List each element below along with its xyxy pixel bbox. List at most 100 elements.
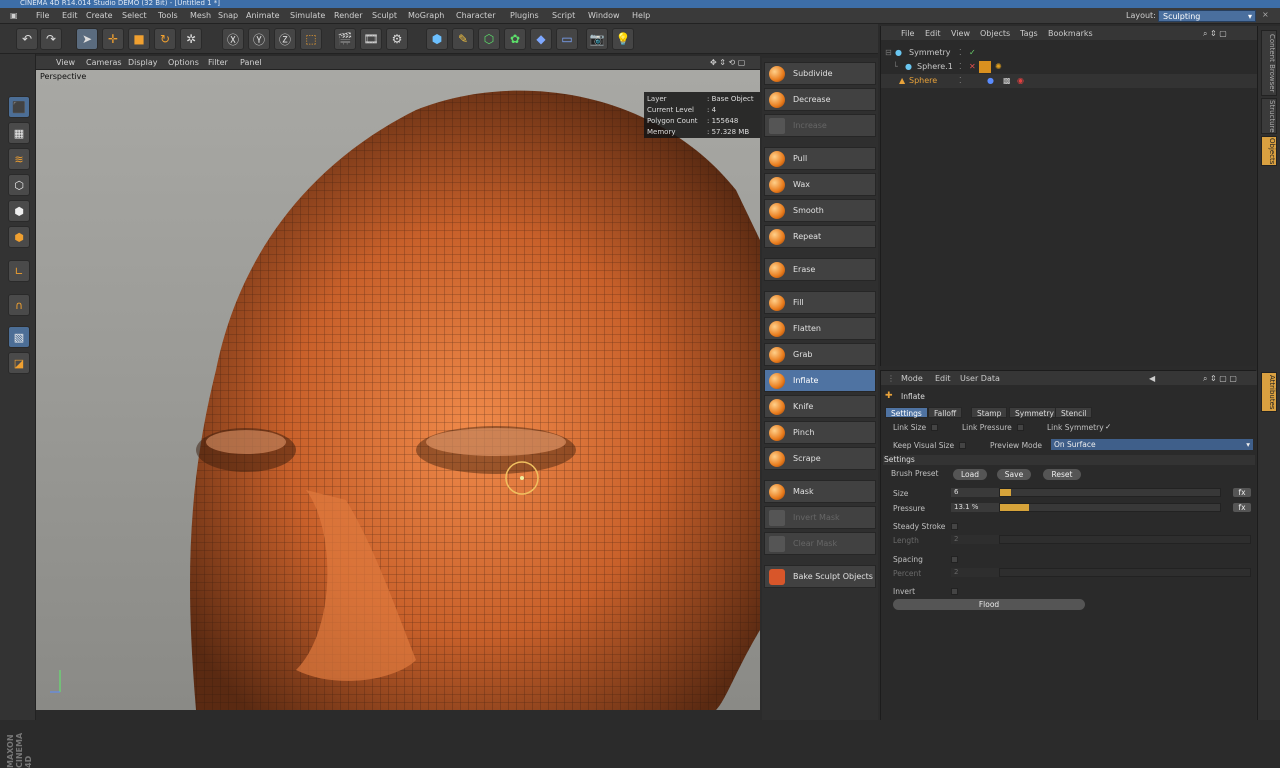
brush-erase[interactable]: Erase bbox=[764, 258, 876, 281]
axis-mode-icon[interactable]: ∟ bbox=[8, 260, 30, 282]
preview-mode-dropdown[interactable]: On Surface ▾ bbox=[1051, 439, 1253, 450]
menu-edit[interactable]: Edit bbox=[62, 11, 78, 20]
menu-plugins[interactable]: Plugins bbox=[510, 11, 539, 20]
viewport-menu-filter[interactable]: Filter bbox=[208, 58, 228, 67]
menu-tools[interactable]: Tools bbox=[158, 11, 178, 20]
texture-mode-icon[interactable]: ▦ bbox=[8, 122, 30, 144]
viewport-menu-panel[interactable]: Panel bbox=[240, 58, 262, 67]
brush-scrape[interactable]: Scrape bbox=[764, 447, 876, 470]
menu-logo-icon[interactable]: ▣ bbox=[10, 11, 18, 20]
menu-window[interactable]: Window bbox=[588, 11, 620, 20]
z-axis-icon[interactable]: Ⓩ bbox=[274, 28, 296, 50]
attr-menu-edit[interactable]: Edit bbox=[935, 374, 951, 383]
menu-animate[interactable]: Animate bbox=[246, 11, 280, 20]
load-button[interactable]: Load bbox=[953, 469, 987, 480]
keep-visual-size-checkbox[interactable] bbox=[959, 442, 966, 449]
disabled-x-icon[interactable]: ✕ bbox=[969, 60, 976, 74]
brush-fill[interactable]: Fill bbox=[764, 291, 876, 314]
deformer-icon[interactable]: ◆ bbox=[530, 28, 552, 50]
menu-script[interactable]: Script bbox=[552, 11, 575, 20]
light-icon[interactable]: 💡 bbox=[612, 28, 634, 50]
camera-icon[interactable]: 📷 bbox=[586, 28, 608, 50]
menu-sculpt[interactable]: Sculpt bbox=[372, 11, 397, 20]
edges-mode-icon[interactable]: ⬢ bbox=[8, 200, 30, 222]
attr-menu-user-data[interactable]: User Data bbox=[960, 374, 1000, 383]
om-menu-edit[interactable]: Edit bbox=[925, 29, 941, 38]
undo-icon[interactable]: ↶ bbox=[16, 28, 38, 50]
viewport-menu-cameras[interactable]: Cameras bbox=[86, 58, 122, 67]
om-menu-view[interactable]: View bbox=[951, 29, 970, 38]
3d-viewport[interactable]: Perspective Layer: Base Object Current L… bbox=[36, 70, 760, 710]
attr-nav-back-icon[interactable]: ◀ bbox=[1149, 374, 1155, 383]
tab-structure[interactable]: Structure bbox=[1261, 98, 1277, 134]
size-value-field[interactable]: 6 bbox=[951, 488, 999, 497]
om-menu-bookmarks[interactable]: Bookmarks bbox=[1048, 29, 1093, 38]
redo-icon[interactable]: ↷ bbox=[40, 28, 62, 50]
spacing-checkbox[interactable] bbox=[951, 556, 958, 563]
attr-menu-mode[interactable]: Mode bbox=[901, 374, 923, 383]
workplane-icon[interactable]: ≋ bbox=[8, 148, 30, 170]
pressure-fx-button[interactable]: fx bbox=[1233, 503, 1251, 512]
brush-grab[interactable]: Grab bbox=[764, 343, 876, 366]
points-mode-icon[interactable]: ⬡ bbox=[8, 174, 30, 196]
tab-stencil[interactable]: Stencil bbox=[1055, 407, 1093, 418]
viewport-menu-view[interactable]: View bbox=[56, 58, 75, 67]
layout-dropdown[interactable]: Sculpting ▾ bbox=[1158, 10, 1256, 22]
x-axis-icon[interactable]: Ⓧ bbox=[222, 28, 244, 50]
texture-tag-icon[interactable]: ◉ bbox=[1017, 74, 1024, 88]
object-row-symmetry[interactable]: ⊟ ● Symmetry ⁚ ✓ bbox=[881, 46, 1257, 60]
menu-render[interactable]: Render bbox=[334, 11, 362, 20]
floor-icon[interactable]: ▭ bbox=[556, 28, 578, 50]
tab-objects[interactable]: Objects bbox=[1261, 136, 1277, 166]
menu-character[interactable]: Character bbox=[456, 11, 496, 20]
scale-icon[interactable]: ■ bbox=[128, 28, 150, 50]
brush-wax[interactable]: Wax bbox=[764, 173, 876, 196]
pressure-slider[interactable] bbox=[999, 503, 1221, 512]
visibility-dots-icon[interactable]: ⁚ bbox=[959, 74, 962, 88]
tab-falloff[interactable]: Falloff bbox=[928, 407, 963, 418]
brush-flatten[interactable]: Flatten bbox=[764, 317, 876, 340]
y-axis-icon[interactable]: Ⓨ bbox=[248, 28, 270, 50]
tab-stamp[interactable]: Stamp bbox=[971, 407, 1008, 418]
phong-tag-icon[interactable]: ✺ bbox=[995, 60, 1002, 74]
render-picture-viewer-icon[interactable]: 🎞 bbox=[360, 28, 382, 50]
material-tag-icon[interactable]: ● bbox=[987, 74, 994, 88]
tab-content-browser[interactable]: Content Browser bbox=[1261, 30, 1277, 96]
size-slider[interactable] bbox=[999, 488, 1221, 497]
magnet-icon[interactable]: ∩ bbox=[8, 294, 30, 316]
om-search-icon[interactable]: ⌕ ⇕ ▢ bbox=[1203, 29, 1227, 39]
viewport-menu-options[interactable]: Options bbox=[168, 58, 199, 67]
array-icon[interactable]: ✿ bbox=[504, 28, 526, 50]
move-icon[interactable]: ✛ bbox=[102, 28, 124, 50]
menu-snap[interactable]: Snap bbox=[218, 11, 238, 20]
coordinate-system-icon[interactable]: ⬚ bbox=[300, 28, 322, 50]
tweak-mode-icon[interactable]: ◪ bbox=[8, 352, 30, 374]
sculpt-tag-icon[interactable] bbox=[979, 61, 991, 73]
menu-simulate[interactable]: Simulate bbox=[290, 11, 325, 20]
link-symmetry-checkbox[interactable]: ✓ bbox=[1105, 422, 1111, 431]
polygons-mode-icon[interactable]: ⬢ bbox=[8, 226, 30, 248]
om-menu-file[interactable]: File bbox=[901, 29, 914, 38]
om-menu-tags[interactable]: Tags bbox=[1020, 29, 1038, 38]
brush-mask[interactable]: Mask bbox=[764, 480, 876, 503]
menu-mograph[interactable]: MoGraph bbox=[408, 11, 444, 20]
model-mode-icon[interactable]: ⬛ bbox=[8, 96, 30, 118]
brush-pinch[interactable]: Pinch bbox=[764, 421, 876, 444]
render-view-icon[interactable]: 🎬 bbox=[334, 28, 356, 50]
pressure-value-field[interactable]: 13.1 % bbox=[951, 503, 999, 512]
live-select-icon[interactable]: ✲ bbox=[180, 28, 202, 50]
object-row-sphere1[interactable]: └ ● Sphere.1 ⁚ ✕ ✺ bbox=[881, 60, 1257, 74]
brush-repeat[interactable]: Repeat bbox=[764, 225, 876, 248]
menu-mesh[interactable]: Mesh bbox=[190, 11, 211, 20]
visibility-dots-icon[interactable]: ⁚ bbox=[959, 60, 962, 74]
select-arrow-icon[interactable]: ➤ bbox=[76, 28, 98, 50]
menu-create[interactable]: Create bbox=[86, 11, 113, 20]
brush-smooth[interactable]: Smooth bbox=[764, 199, 876, 222]
menu-help[interactable]: Help bbox=[632, 11, 650, 20]
window-close-icon[interactable]: × bbox=[1262, 10, 1269, 19]
render-settings-icon[interactable]: ⚙ bbox=[386, 28, 408, 50]
tab-attributes[interactable]: Attributes bbox=[1261, 372, 1277, 412]
enabled-check-icon[interactable]: ✓ bbox=[969, 46, 976, 60]
object-row-sphere[interactable]: ▲ Sphere ⁚ ● ▩ ◉ bbox=[881, 74, 1257, 88]
flood-button[interactable]: Flood bbox=[893, 599, 1085, 610]
